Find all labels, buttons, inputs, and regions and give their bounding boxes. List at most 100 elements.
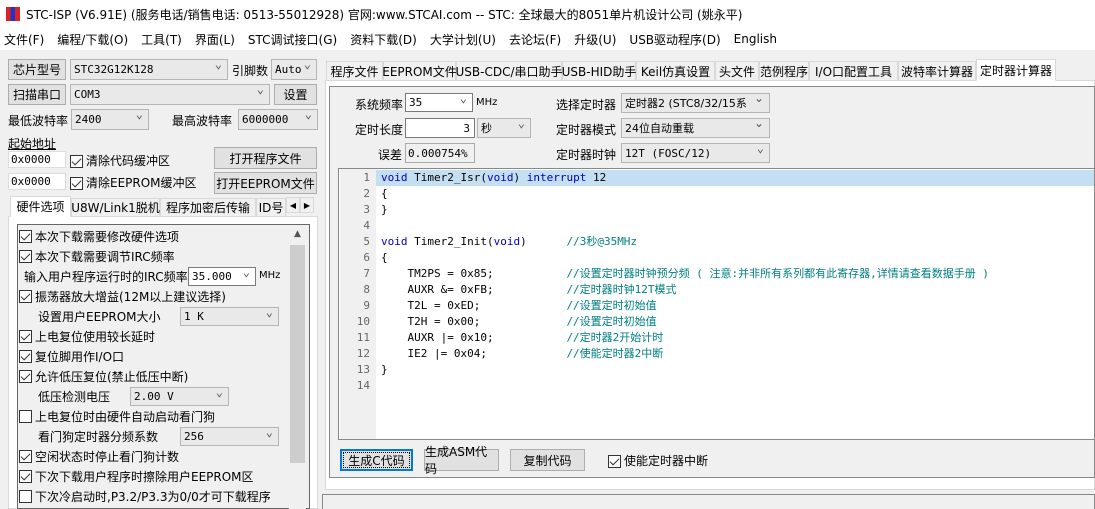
option-select[interactable]: 256 [180, 425, 279, 446]
chip-model-button[interactable]: 芯片型号 [8, 59, 66, 80]
timelen-input[interactable]: 3 [405, 118, 475, 138]
app-icon [6, 7, 20, 21]
tab-encrypted-transfer[interactable]: 程序加密后传输 [160, 198, 256, 217]
hardware-option[interactable]: 下次冷启动时,P3.2/P3.3为0/0才可下载程序 [19, 486, 271, 506]
checkbox-icon [19, 469, 32, 483]
option-label: 下次下载用户程序时擦除用户EEPROM区 [35, 469, 254, 484]
clear-eeprom-checkbox[interactable]: 清除EEPROM缓冲区 [70, 174, 197, 191]
hardware-option[interactable]: 本次下载需要修改硬件选项 [19, 226, 179, 246]
hardware-option[interactable]: 空闲状态时停止看门狗计数 [19, 446, 179, 466]
scan-port-button[interactable]: 扫描串口 [8, 84, 66, 105]
code-line: { [381, 251, 388, 264]
hardware-option: 低压检测电压 [38, 386, 110, 406]
error-label: 误差 [378, 148, 403, 162]
menu-item[interactable]: STC调试接口(G) [248, 31, 337, 48]
line-number: 9 [363, 299, 370, 312]
hardware-option[interactable]: 复位脚用作I/O口 [19, 346, 124, 366]
copy-code-button[interactable]: 复制代码 [510, 449, 585, 471]
tab-scroll-left-icon[interactable]: ◀ [286, 197, 300, 213]
generate-asm-code-button[interactable]: 生成ASM代码 [424, 445, 499, 476]
menu-item[interactable]: 工具(T) [141, 31, 182, 48]
code-line: } [381, 203, 388, 216]
options-scrollbar[interactable]: ▲ [289, 225, 306, 509]
menu-item[interactable]: 界面(L) [195, 31, 235, 48]
tab-hardware-options[interactable]: 硬件选项 [10, 196, 71, 217]
code-address-input[interactable]: 0x0000 [8, 151, 66, 168]
tab-2[interactable]: USB-CDC/串口助手 [456, 61, 563, 81]
tab-7[interactable]: I/O口配置工具 [809, 61, 898, 81]
hardware-option[interactable]: 允许低压复位(禁止低压中断) [19, 366, 188, 386]
code-line: T2L = 0xED; //设置定时初始值 [381, 299, 657, 312]
scrollbar-thumb[interactable] [290, 245, 305, 463]
hardware-option[interactable]: 上电复位时由硬件自动启动看门狗 [19, 406, 215, 426]
line-number-gutter: 1 2 3 4 5 6 7 8 9 10 11 12 13 14 [340, 169, 376, 439]
tab-u8w-offline[interactable]: U8W/Link1脱机 [71, 198, 160, 217]
hardware-option[interactable]: 本次下载需要调节IRC频率 [19, 246, 175, 266]
tab-scroll-right-icon[interactable]: ▶ [300, 197, 314, 213]
port-select[interactable]: COM3 [70, 82, 270, 105]
option-label: 输入用户程序运行时的IRC频率 [24, 269, 188, 284]
chip-model-select[interactable]: STC32G12K128 [70, 57, 228, 80]
line-number: 8 [363, 283, 370, 296]
clear-code-label: 清除代码缓冲区 [86, 154, 171, 168]
tab-0[interactable]: 程序文件 [326, 61, 383, 81]
menu-item[interactable]: 去论坛(F) [509, 31, 561, 48]
option-label: 振荡器放大增益(12M以上建议选择) [35, 289, 226, 304]
tab-8[interactable]: 波特率计算器 [898, 61, 976, 81]
code-editor[interactable]: 1 2 3 4 5 6 7 8 9 10 11 12 13 14 void Timer2_Isr(void)… [338, 168, 1095, 440]
option-label: 本次下载需要调节IRC频率 [35, 249, 175, 264]
pins-select[interactable]: Auto [271, 57, 317, 80]
menu-item[interactable]: 大学计划(U) [430, 31, 496, 48]
tab-5[interactable]: 头文件 [715, 61, 759, 81]
sysfreq-label: 系统频率 [355, 98, 404, 112]
sysfreq-unit: MHz [476, 97, 498, 108]
settings-button[interactable]: 设置 [274, 84, 317, 105]
option-select[interactable]: 2.00 V [130, 385, 229, 406]
timer-clock-select[interactable]: 12T (FOSC/12) [621, 141, 770, 163]
timer-select[interactable]: 定时器2 (STC8/32/15系 [621, 91, 770, 113]
line-number: 6 [363, 251, 370, 264]
option-unit: MHz [259, 270, 281, 281]
eeprom-address-input[interactable]: 0x0000 [8, 173, 66, 190]
menu-item[interactable]: 文件(F) [4, 31, 44, 48]
sysfreq-select[interactable]: 35 [405, 91, 473, 112]
timelen-unit-select[interactable]: 秒 [477, 116, 531, 138]
hardware-option[interactable]: 振荡器放大增益(12M以上建议选择) [19, 286, 226, 306]
tab-6[interactable]: 范例程序 [759, 61, 809, 81]
code-line: } [381, 363, 388, 376]
timer-mode-select[interactable]: 24位自动重载 [621, 116, 770, 138]
tab-9[interactable]: 定时器计算器 [976, 59, 1056, 81]
menu-item[interactable]: English [734, 32, 777, 46]
hardware-option[interactable]: 上电复位使用较长延时 [19, 326, 155, 346]
checkbox-icon [19, 229, 32, 243]
hardware-option[interactable]: 下次下载用户程序时擦除用户EEPROM区 [19, 466, 254, 486]
option-label: 上电复位使用较长延时 [35, 329, 156, 344]
option-label: 上电复位时由硬件自动启动看门狗 [35, 409, 216, 424]
min-baud-select[interactable]: 2400 [71, 107, 149, 130]
option-label: 允许低压复位(禁止低压中断) [35, 369, 189, 384]
tab-4[interactable]: Keil仿真设置 [636, 61, 715, 81]
line-number: 4 [363, 219, 370, 232]
tab-id[interactable]: ID号 [256, 198, 286, 217]
option-select[interactable]: 35.000 [188, 265, 256, 286]
line-number: 12 [356, 347, 370, 360]
option-select[interactable]: 1 K [180, 305, 279, 326]
timelen-label: 定时长度 [355, 123, 404, 137]
max-baud-select[interactable]: 6000000 [238, 107, 318, 130]
scroll-up-icon[interactable]: ▲ [289, 229, 306, 239]
menu-item[interactable]: 升级(U) [574, 31, 616, 48]
checkbox-icon [70, 177, 83, 190]
checkbox-icon [19, 369, 32, 383]
tab-1[interactable]: EEPROM文件 [382, 61, 457, 81]
menu-item[interactable]: USB驱动程序(D) [629, 31, 720, 48]
open-eeprom-file-button[interactable]: 打开EEPROM文件 [214, 172, 317, 194]
clear-code-checkbox[interactable]: 清除代码缓冲区 [70, 152, 170, 169]
menu-item[interactable]: 资料下载(D) [350, 31, 417, 48]
tab-3[interactable]: USB-HID助手 [562, 61, 636, 81]
generate-c-code-button[interactable]: 生成C代码 [340, 449, 413, 471]
open-program-file-button[interactable]: 打开程序文件 [214, 147, 317, 169]
enable-interrupt-checkbox[interactable]: 使能定时器中断 [608, 452, 708, 469]
menu-item[interactable]: 编程/下载(O) [57, 31, 128, 48]
checkbox-icon [19, 449, 32, 463]
code-line: AUXR &= 0xFB; //定时器时钟12T模式 [381, 283, 677, 296]
